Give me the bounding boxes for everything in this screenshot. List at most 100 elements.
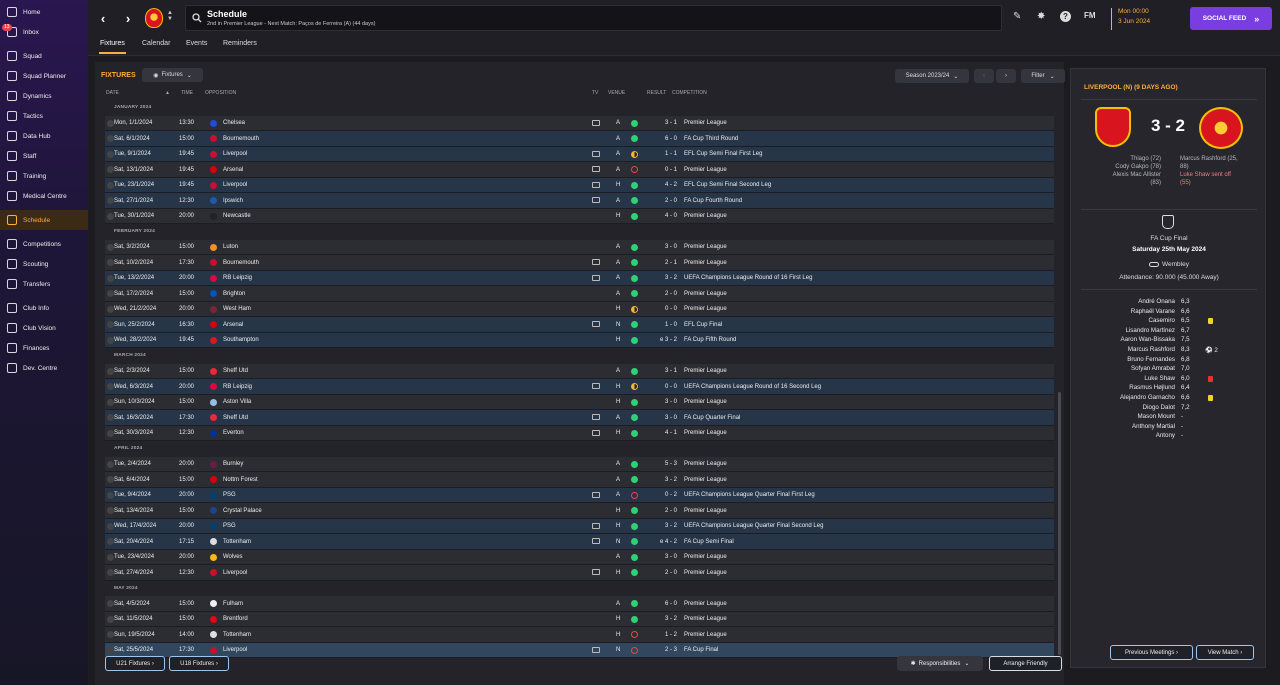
fixture-score[interactable]: 3 - 1 (647, 120, 677, 126)
fixture-score[interactable]: 6 - 0 (647, 136, 677, 142)
player-name[interactable]: Lisandro Martínez (1125, 327, 1175, 334)
lineup-row[interactable]: Alejandro Garnacho 6,6 (1071, 394, 1267, 404)
lineup-row[interactable]: Luke Shaw 6,0 (1071, 375, 1267, 385)
opponent-name[interactable]: Arsenal (223, 167, 243, 173)
col-tv[interactable]: TV (592, 90, 598, 96)
scrollbar[interactable] (1058, 392, 1061, 655)
sidebar-item-squad[interactable]: Squad (0, 46, 88, 66)
select-checkbox[interactable] (107, 383, 114, 390)
fixture-score[interactable]: 4 - 1 (647, 430, 677, 436)
col-result[interactable]: RESULT (647, 90, 666, 96)
opponent-crest-icon[interactable] (210, 631, 217, 638)
fixture-competition[interactable]: EFL Cup Final (684, 322, 722, 328)
fixture-competition[interactable]: Premier League (684, 570, 727, 576)
fixture-score[interactable]: 2 - 0 (647, 508, 677, 514)
opponent-crest-icon[interactable] (210, 476, 217, 483)
select-checkbox[interactable] (107, 119, 114, 127)
opponent-name[interactable]: Liverpool (223, 182, 247, 188)
select-checkbox[interactable] (107, 476, 114, 483)
fixture-score[interactable]: 1 - 2 (647, 632, 677, 638)
opponent-crest-icon[interactable] (210, 166, 217, 173)
select-checkbox[interactable] (107, 553, 114, 561)
select-checkbox[interactable] (107, 166, 114, 173)
search-icon[interactable] (192, 13, 202, 23)
fixture-competition[interactable]: EFL Cup Semi Final Second Leg (684, 182, 771, 188)
fixture-row[interactable]: Sat, 3/2/2024 15:00 Luton A 3 - 0 Premier Lea… (105, 239, 1054, 255)
opponent-crest-icon[interactable] (210, 135, 217, 142)
opponent-name[interactable]: Arsenal (223, 322, 243, 328)
opponent-crest-icon[interactable] (210, 491, 217, 499)
opponent-name[interactable]: Sheff Utd (223, 415, 248, 421)
fixture-competition[interactable]: Premier League (684, 368, 727, 374)
fixture-row[interactable]: Tue, 9/4/2024 20:00 PSG A 0 - 2 UEFA Champion… (105, 487, 1054, 503)
opponent-name[interactable]: Wolves (223, 554, 243, 560)
select-checkbox[interactable] (107, 274, 114, 282)
lineup-row[interactable]: Lisandro Martínez 6,7 (1071, 327, 1267, 337)
tab-fixtures[interactable]: Fixtures (99, 40, 126, 54)
lineup-row[interactable]: Aaron Wan-Bissaka 7,5 (1071, 336, 1267, 346)
opponent-crest-icon[interactable] (210, 553, 217, 561)
select-checkbox[interactable] (107, 181, 114, 189)
fixture-score[interactable]: 2 - 0 (647, 291, 677, 297)
fixture-score[interactable]: 3 - 0 (647, 244, 677, 250)
player-name[interactable]: Bruno Fernandes (1127, 356, 1175, 363)
select-checkbox[interactable] (107, 150, 114, 158)
fixture-competition[interactable]: Premier League (684, 508, 727, 514)
player-name[interactable]: Rasmus Højlund (1129, 384, 1175, 391)
select-checkbox[interactable] (107, 460, 114, 468)
fixture-competition[interactable]: Premier League (684, 554, 727, 560)
opponent-name[interactable]: Liverpool (223, 647, 247, 653)
u21-fixtures-button[interactable]: U21 Fixtures › (105, 656, 165, 671)
fixture-competition[interactable]: Premier League (684, 430, 727, 436)
fixture-competition[interactable]: Premier League (684, 461, 727, 467)
select-checkbox[interactable] (107, 212, 114, 220)
opponent-crest-icon[interactable] (210, 321, 217, 328)
lineup-row[interactable]: André Onana 6,3 (1071, 298, 1267, 308)
sidebar-item-inbox[interactable]: 13 Inbox (0, 22, 88, 42)
fixture-row[interactable]: Tue, 30/1/2024 20:00 Newcastle H 4 - 0 Premie… (105, 208, 1054, 224)
fixture-row[interactable]: Wed, 17/4/2024 20:00 PSG H 3 - 2 UEFA Champio… (105, 518, 1054, 534)
select-checkbox[interactable] (107, 197, 114, 204)
sidebar-item-squad-planner[interactable]: Squad Planner (0, 66, 88, 86)
opponent-crest-icon[interactable] (210, 197, 217, 204)
sidebar-item-finances[interactable]: Finances (0, 338, 88, 358)
opponent-name[interactable]: Fulham (223, 601, 243, 607)
fixture-competition[interactable]: FA Cup Quarter Final (684, 415, 740, 421)
player-name[interactable]: Antony (1156, 432, 1175, 439)
sidebar-item-club-info[interactable]: Club Info (0, 298, 88, 318)
fixture-competition[interactable]: UEFA Champions League Round of 16 Second… (684, 384, 821, 390)
tab-events[interactable]: Events (186, 40, 207, 47)
select-checkbox[interactable] (107, 646, 114, 654)
opponent-crest-icon[interactable] (210, 119, 217, 127)
fixture-score[interactable]: 2 - 0 (647, 570, 677, 576)
opponent-name[interactable]: PSG (223, 492, 236, 498)
select-checkbox[interactable] (107, 398, 114, 406)
fixture-competition[interactable]: FA Cup Semi Final (684, 539, 734, 545)
social-feed-button[interactable]: SOCIAL FEED » (1190, 7, 1272, 30)
fixture-row[interactable]: Tue, 23/4/2024 20:00 Wolves A 3 - 0 Premier L… (105, 549, 1054, 565)
fixture-competition[interactable]: Premier League (684, 616, 727, 622)
fixture-row[interactable]: Sat, 6/4/2024 15:00 Nottm Forest A 3 - 2 Prem… (105, 472, 1054, 488)
sidebar-item-schedule[interactable]: Schedule (0, 210, 88, 230)
select-checkbox[interactable] (107, 305, 114, 313)
fixture-score[interactable]: 3 - 0 (647, 399, 677, 405)
chevron-updown-icon[interactable]: ▲ ▼ (167, 10, 173, 22)
opponent-crest-icon[interactable] (210, 414, 217, 421)
select-checkbox[interactable] (107, 631, 114, 638)
col-date[interactable]: DATE (106, 90, 119, 96)
col-competition[interactable]: COMPETITION (672, 90, 707, 96)
fixture-score[interactable]: 1 - 0 (647, 322, 677, 328)
fixture-score[interactable]: 4 - 0 (647, 213, 677, 219)
opponent-crest-icon[interactable] (210, 398, 217, 406)
fixture-competition[interactable]: Premier League (684, 291, 727, 297)
opponent-crest-icon[interactable] (210, 305, 217, 313)
col-opposition[interactable]: OPPOSITION (205, 90, 236, 96)
opponent-name[interactable]: RB Leipzig (223, 384, 252, 390)
lineup-row[interactable]: Anthony Martial - (1071, 423, 1267, 433)
fixture-score[interactable]: 4 - 2 (647, 182, 677, 188)
fixture-competition[interactable]: Premier League (684, 399, 727, 405)
opponent-name[interactable]: Newcastle (223, 213, 251, 219)
sidebar-item-club-vision[interactable]: Club Vision (0, 318, 88, 338)
opponent-crest-icon[interactable] (210, 259, 217, 266)
select-checkbox[interactable] (107, 290, 114, 297)
